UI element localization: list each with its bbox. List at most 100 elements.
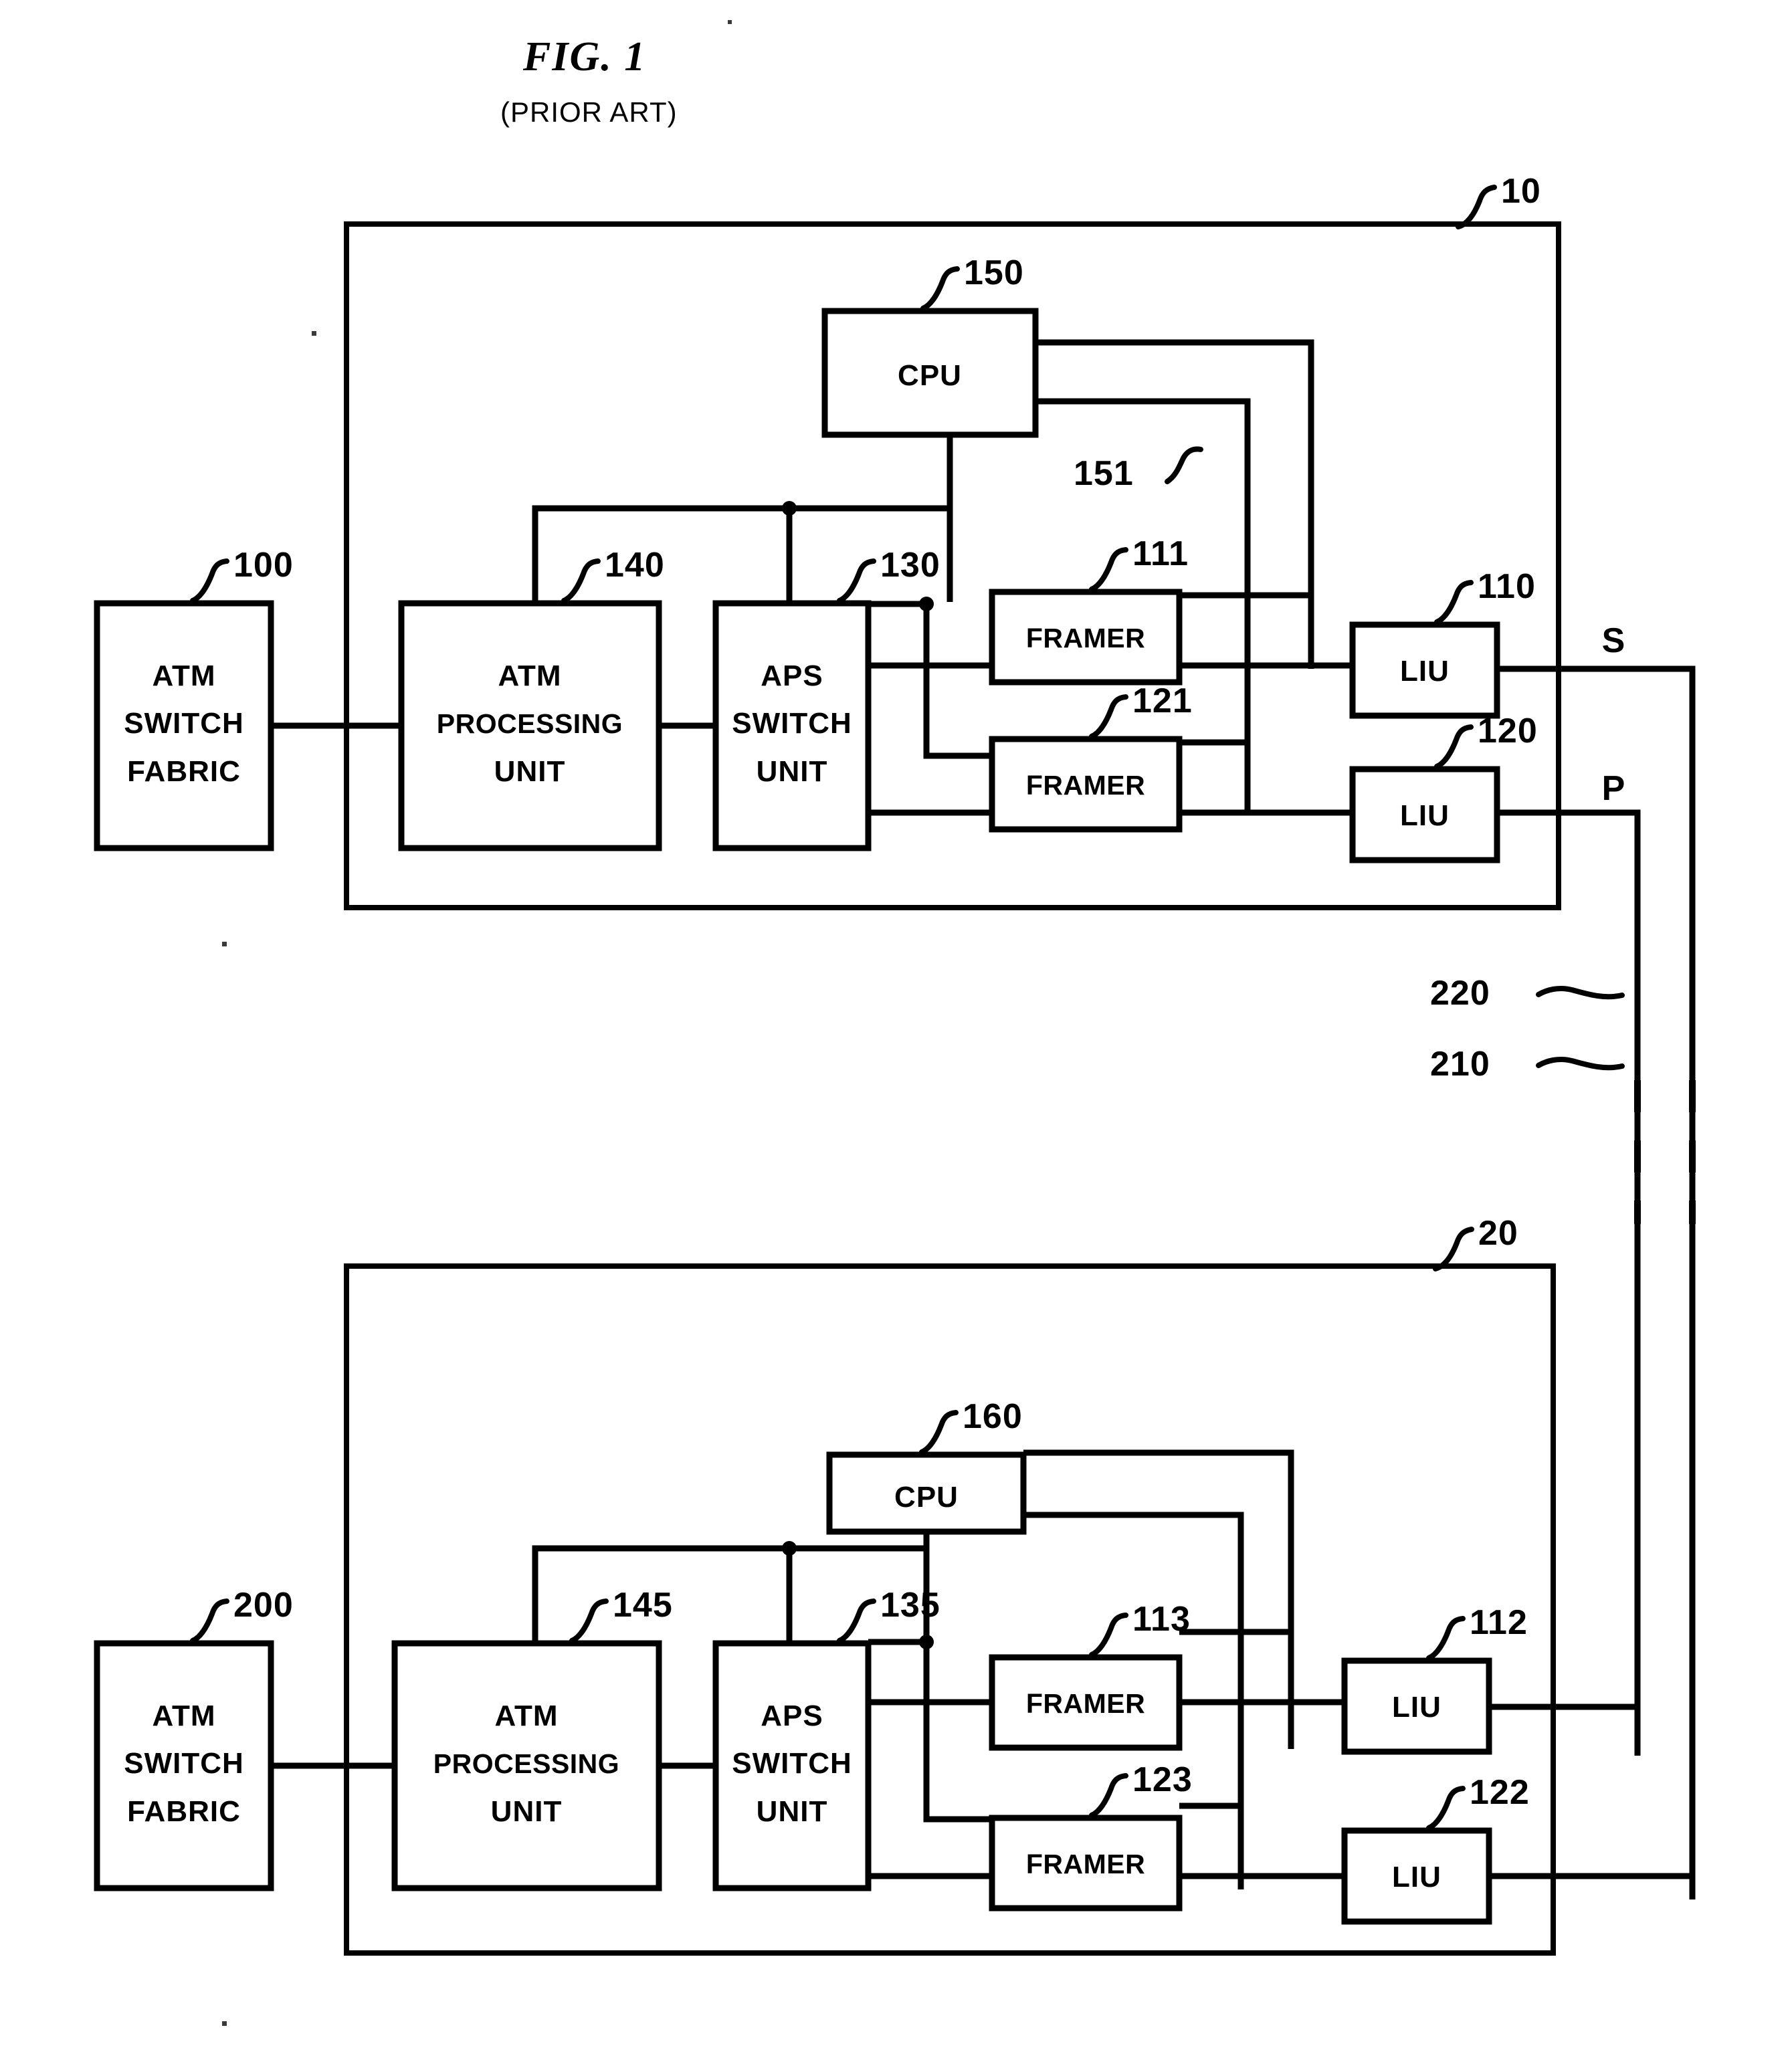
ref-label-210: 210 bbox=[1430, 1045, 1490, 1084]
ref-leader-100 bbox=[190, 558, 229, 603]
ref-label-121: 121 bbox=[1132, 682, 1193, 720]
block-line-2: PROCESSING bbox=[433, 1748, 619, 1779]
ref-leader-130 bbox=[837, 558, 876, 603]
ref-leader-145 bbox=[569, 1599, 609, 1643]
block-line-1: ATM bbox=[152, 1699, 215, 1732]
block-aps-switch-unit-top: APS SWITCH UNIT 130 bbox=[712, 546, 940, 851]
ref-label-100: 100 bbox=[233, 546, 294, 585]
block-line-2: SWITCH bbox=[124, 707, 244, 740]
ref-label-122: 122 bbox=[1470, 1773, 1530, 1812]
wire-aps-to-framer-secondary-bottom bbox=[868, 1639, 992, 1823]
block-line-1: APS bbox=[761, 659, 823, 692]
ref-label-123: 123 bbox=[1132, 1760, 1193, 1799]
block-liu-primary-top: LIU 110 bbox=[1349, 567, 1536, 719]
block-label: LIU bbox=[1392, 1691, 1441, 1724]
block-atm-switch-fabric-top: ATM SWITCH FABRIC 100 bbox=[94, 546, 294, 851]
block-framer-primary-top: FRAMER 111 bbox=[989, 534, 1189, 686]
ref-leader-121 bbox=[1089, 694, 1128, 739]
wire-liu-secondary-to-P bbox=[1497, 809, 1641, 1204]
block-label: FRAMER bbox=[1026, 623, 1145, 653]
ref-leader-200 bbox=[190, 1599, 229, 1643]
block-line-2: SWITCH bbox=[732, 1747, 852, 1780]
block-liu-primary-bottom: LIU 112 bbox=[1341, 1603, 1528, 1755]
ref-leader-112 bbox=[1426, 1616, 1466, 1661]
port-label-primary: P bbox=[1602, 769, 1625, 808]
ref-leader-111 bbox=[1089, 547, 1128, 592]
block-label: LIU bbox=[1400, 799, 1450, 832]
ref-leader-110 bbox=[1434, 580, 1474, 625]
ref-leader-140 bbox=[561, 558, 601, 603]
ref-label-140: 140 bbox=[605, 546, 665, 585]
ref-leader-10 bbox=[1456, 185, 1497, 229]
block-label: LIU bbox=[1400, 655, 1450, 688]
block-liu-secondary-bottom: LIU 122 bbox=[1341, 1773, 1530, 1925]
junction-dot-aps-framer-bottom bbox=[919, 1635, 934, 1649]
ref-leader-160 bbox=[919, 1410, 959, 1455]
block-line-2: PROCESSING bbox=[437, 708, 623, 739]
wire-cpu-bus-rail-bottom bbox=[532, 1545, 930, 1643]
block-line-1: APS bbox=[761, 1699, 823, 1732]
block-label: FRAMER bbox=[1026, 1688, 1145, 1719]
ref-leader-123 bbox=[1089, 1773, 1128, 1818]
wire-aps-to-framer-secondary bbox=[868, 601, 992, 759]
block-line-3: UNIT bbox=[491, 1795, 563, 1828]
ref-leader-120 bbox=[1434, 724, 1474, 769]
ref-label-110: 110 bbox=[1478, 567, 1536, 606]
ref-leader-151 bbox=[1165, 446, 1203, 484]
block-line-2: SWITCH bbox=[124, 1747, 244, 1780]
ref-leader-135 bbox=[837, 1599, 876, 1643]
figure-1-diagram: FIG. 1 (PRIOR ART) 10 151 S P ATM SWITCH… bbox=[94, 20, 1696, 2026]
block-line-1: ATM bbox=[152, 659, 215, 692]
ref-label-120: 120 bbox=[1478, 712, 1538, 750]
ref-label-145: 145 bbox=[613, 1586, 673, 1625]
junction-dot-bus bbox=[782, 501, 797, 516]
block-line-2: SWITCH bbox=[732, 707, 852, 740]
block-aps-switch-unit-bottom: APS SWITCH UNIT 135 bbox=[712, 1586, 940, 1891]
ref-label-130: 130 bbox=[880, 546, 940, 585]
block-atm-switch-fabric-bottom: ATM SWITCH FABRIC 200 bbox=[94, 1586, 294, 1891]
junction-dot-bus-bottom bbox=[782, 1541, 797, 1556]
block-cpu-top: CPU 150 bbox=[821, 253, 1039, 438]
block-line-3: UNIT bbox=[757, 755, 828, 788]
block-liu-secondary-top: LIU 120 bbox=[1349, 712, 1538, 863]
block-line-1: ATM bbox=[494, 1699, 558, 1732]
scan-speck bbox=[222, 2021, 227, 2026]
ref-leader-20 bbox=[1433, 1227, 1474, 1271]
block-line-3: FABRIC bbox=[127, 1795, 241, 1828]
block-framer-secondary-bottom: FRAMER 123 bbox=[989, 1760, 1193, 1912]
patent-figure-page: FIG. 1 (PRIOR ART) 10 151 S P ATM SWITCH… bbox=[0, 0, 1792, 2060]
ref-leader-122 bbox=[1426, 1786, 1466, 1831]
block-line-1: ATM bbox=[498, 659, 561, 692]
scan-speck bbox=[728, 20, 732, 24]
block-label: CPU bbox=[894, 1481, 959, 1514]
block-line-3: UNIT bbox=[757, 1795, 828, 1828]
ref-label-160: 160 bbox=[963, 1397, 1023, 1436]
figure-subtitle: (PRIOR ART) bbox=[500, 96, 678, 128]
ref-label-111: 111 bbox=[1132, 534, 1189, 573]
ref-label-200: 200 bbox=[233, 1586, 294, 1625]
ref-label-220: 220 bbox=[1430, 974, 1490, 1013]
block-framer-primary-bottom: FRAMER 113 bbox=[989, 1600, 1191, 1751]
block-framer-secondary-top: FRAMER 121 bbox=[989, 682, 1193, 833]
block-cpu-bottom: CPU 160 bbox=[826, 1397, 1027, 1535]
scan-speck bbox=[222, 942, 227, 946]
ref-label-150: 150 bbox=[964, 253, 1024, 292]
block-line-3: FABRIC bbox=[127, 755, 241, 788]
block-label: LIU bbox=[1392, 1861, 1441, 1893]
port-label-secondary: S bbox=[1602, 621, 1625, 660]
block-label: FRAMER bbox=[1026, 770, 1145, 801]
figure-title: FIG. 1 bbox=[522, 34, 646, 80]
ref-label-10: 10 bbox=[1501, 172, 1541, 211]
ref-leader-210 bbox=[1536, 1057, 1625, 1071]
ref-label-112: 112 bbox=[1470, 1603, 1528, 1642]
bottom-node-group: 20 ATM SWITCH FABRIC 200 ATM PROCESSING … bbox=[94, 1214, 1692, 1956]
ref-leader-220 bbox=[1536, 986, 1625, 1000]
ref-label-135: 135 bbox=[880, 1586, 940, 1625]
junction-dot-aps-framer bbox=[919, 597, 934, 611]
ref-label-113: 113 bbox=[1132, 1600, 1191, 1639]
block-label: FRAMER bbox=[1026, 1849, 1145, 1879]
block-label: CPU bbox=[898, 359, 962, 392]
inter-node-links: 220 210 bbox=[1430, 974, 1696, 1899]
ref-leader-113 bbox=[1089, 1613, 1128, 1657]
block-line-3: UNIT bbox=[494, 755, 566, 788]
